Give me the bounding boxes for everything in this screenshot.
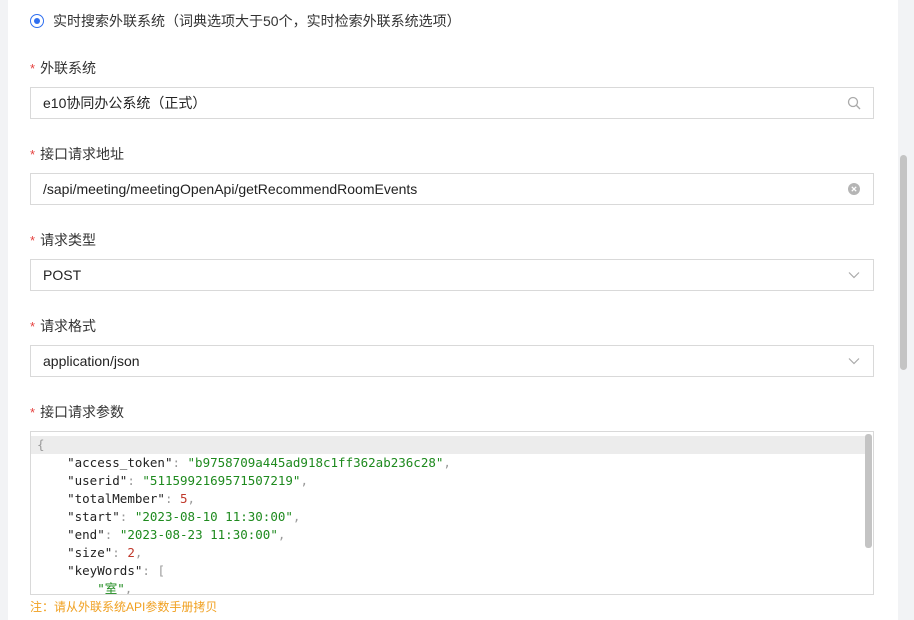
- code-line: "keyWords": [: [37, 562, 451, 580]
- radio-option-label: 实时搜索外联系统（词典选项大于50个，实时检索外联系统选项）: [53, 13, 461, 29]
- api-address-label: * 接口请求地址: [30, 146, 125, 162]
- code-line: "userid": "5115992169571507219",: [37, 472, 451, 490]
- code-line: "access_token": "b9758709a445ad918c1ff36…: [37, 454, 451, 472]
- code-value: 5: [180, 491, 188, 506]
- code-value: "b9758709a445ad918c1ff362ab236c28": [187, 455, 444, 470]
- chevron-down-icon[interactable]: [847, 268, 861, 282]
- realtime-search-radio-option[interactable]: 实时搜索外联系统（词典选项大于50个，实时检索外联系统选项）: [30, 11, 461, 31]
- request-params-code-editor[interactable]: { "access_token": "b9758709a445ad918c1ff…: [30, 431, 874, 595]
- required-mark: *: [30, 61, 36, 76]
- params-hint-text: 注：请从外联系统API参数手册拷贝: [30, 600, 218, 614]
- code-comma: ,: [277, 527, 286, 542]
- code-separator: :: [119, 509, 135, 524]
- request-params-label: * 接口请求参数: [30, 404, 125, 420]
- request-type-value: POST: [43, 267, 82, 283]
- code-key: "size": [67, 545, 113, 560]
- code-key: "end": [67, 527, 105, 542]
- request-format-select[interactable]: application/json: [30, 345, 874, 377]
- page-scrollbar[interactable]: [900, 155, 907, 370]
- code-comma: ,: [292, 509, 301, 524]
- external-system-label: * 外联系统: [30, 60, 97, 76]
- clear-icon[interactable]: [847, 182, 861, 196]
- code-comma: ,: [134, 545, 143, 560]
- code-value: "2023-08-23 11:30:00": [119, 527, 278, 542]
- api-address-value: /sapi/meeting/meetingOpenApi/getRecommen…: [43, 181, 418, 197]
- code-comma: ,: [187, 491, 196, 506]
- code-key: "start": [67, 509, 120, 524]
- code-line: "totalMember": 5,: [37, 490, 451, 508]
- code-line: "size": 2,: [37, 544, 451, 562]
- code-comma: ,: [443, 455, 451, 470]
- code-line: {: [37, 437, 45, 452]
- required-mark: *: [30, 405, 36, 420]
- code-key: "keyWords": [67, 563, 143, 578]
- code-comma: ,: [124, 581, 133, 595]
- code-value: [: [157, 563, 165, 578]
- code-line: "室",: [37, 580, 451, 595]
- code-editor-scrollbar[interactable]: [865, 434, 872, 548]
- required-mark: *: [30, 319, 36, 334]
- code-value: "5115992169571507219": [142, 473, 301, 488]
- code-value: 2: [127, 545, 135, 560]
- external-system-value: e10协同办公系统（正式）: [43, 95, 207, 111]
- radio-checked-icon[interactable]: [30, 14, 44, 28]
- code-lines: { "access_token": "b9758709a445ad918c1ff…: [37, 436, 451, 595]
- search-icon[interactable]: [847, 96, 861, 110]
- code-key: "userid": [67, 473, 128, 488]
- code-separator: :: [104, 527, 120, 542]
- required-mark: *: [30, 147, 36, 162]
- code-key: "totalMember": [67, 491, 165, 506]
- code-line: "end": "2023-08-23 11:30:00",: [37, 526, 451, 544]
- code-array-item: "室": [97, 581, 125, 595]
- code-separator: :: [164, 491, 181, 506]
- code-line: "start": "2023-08-10 11:30:00",: [37, 508, 451, 526]
- request-format-label: * 请求格式: [30, 318, 97, 334]
- required-mark: *: [30, 233, 36, 248]
- code-separator: :: [112, 545, 128, 560]
- code-separator: :: [127, 473, 143, 488]
- request-type-label: * 请求类型: [30, 232, 97, 248]
- code-key: "access_token": [67, 455, 173, 470]
- code-value: "2023-08-10 11:30:00": [134, 509, 293, 524]
- external-system-input[interactable]: e10协同办公系统（正式）: [30, 87, 874, 119]
- request-type-select[interactable]: POST: [30, 259, 874, 291]
- api-address-input[interactable]: /sapi/meeting/meetingOpenApi/getRecommen…: [30, 173, 874, 205]
- code-comma: ,: [300, 473, 308, 488]
- chevron-down-icon[interactable]: [847, 354, 861, 368]
- request-format-value: application/json: [43, 353, 140, 369]
- code-separator: :: [142, 563, 158, 578]
- form-panel: 实时搜索外联系统（词典选项大于50个，实时检索外联系统选项） * 外联系统 e10…: [8, 0, 898, 620]
- code-separator: :: [172, 455, 188, 470]
